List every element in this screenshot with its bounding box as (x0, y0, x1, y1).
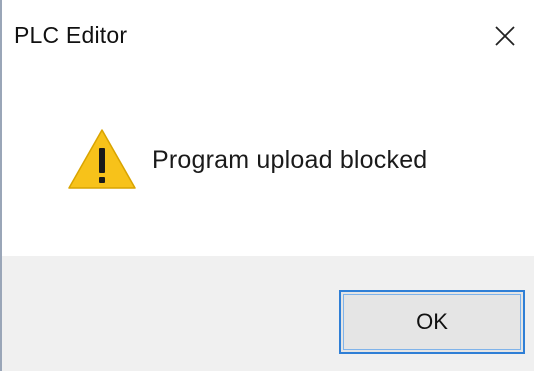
dialog-content: Program upload blocked (2, 78, 534, 256)
close-button[interactable] (482, 14, 528, 58)
warning-icon (68, 129, 136, 189)
message-text: Program upload blocked (152, 146, 428, 174)
focus-ring (343, 294, 521, 350)
close-icon (495, 26, 515, 46)
title-bar: PLC Editor (2, 0, 534, 78)
ok-button[interactable]: OK (339, 290, 525, 354)
button-bar: OK (2, 256, 534, 371)
message-dialog: PLC Editor Program upload blocked OK (0, 0, 534, 371)
window-title: PLC Editor (14, 22, 128, 48)
